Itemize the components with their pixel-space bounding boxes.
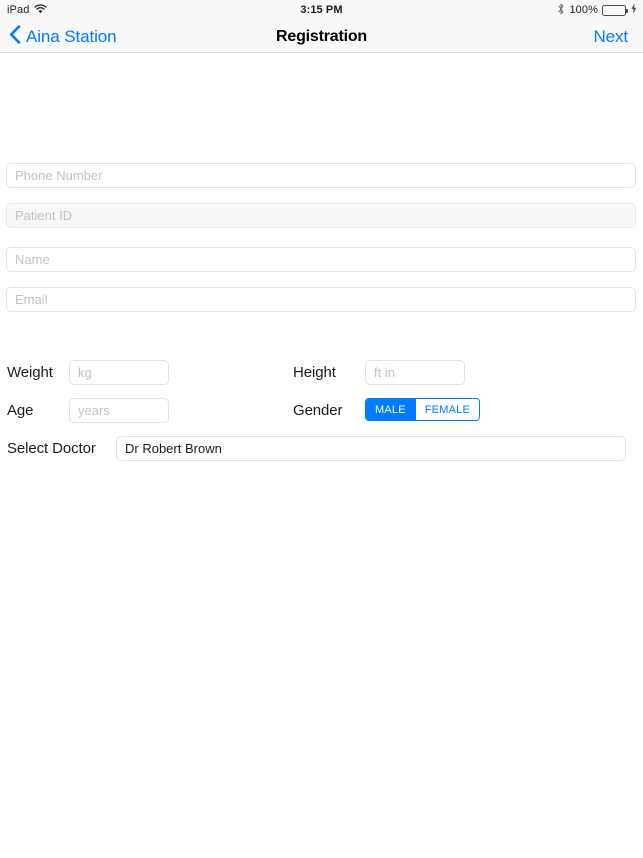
lightning-bolt-icon — [631, 3, 637, 17]
status-bar-right: 100% — [557, 3, 637, 18]
select-doctor-input[interactable] — [116, 436, 626, 461]
age-label: Age — [7, 402, 34, 419]
gender-label: Gender — [293, 402, 343, 419]
weight-input[interactable] — [69, 360, 169, 385]
gender-segmented-control[interactable]: MALE FEMALE — [365, 398, 480, 421]
phone-number-input[interactable] — [6, 163, 636, 188]
navigation-bar: Aina Station Registration Next — [0, 20, 643, 53]
battery-full-icon — [602, 4, 628, 16]
gender-option-male[interactable]: MALE — [366, 399, 415, 420]
registration-screen: iPad 3:15 PM 100% Aina Station Registrat… — [0, 0, 643, 858]
name-input[interactable] — [6, 247, 636, 272]
battery-percent-label: 100% — [569, 4, 598, 16]
page-title: Registration — [276, 28, 367, 45]
height-label: Height — [293, 364, 336, 381]
height-input[interactable] — [365, 360, 465, 385]
age-input[interactable] — [69, 398, 169, 423]
registration-form: Weight Height Age Gender MALE FEMALE Sel… — [0, 54, 643, 858]
status-bar: iPad 3:15 PM 100% — [0, 0, 643, 20]
bluetooth-icon — [557, 3, 565, 18]
status-bar-clock: 3:15 PM — [300, 4, 343, 16]
next-button[interactable]: Next — [593, 20, 628, 53]
select-doctor-label: Select Doctor — [7, 440, 96, 457]
weight-label: Weight — [7, 364, 53, 381]
email-input[interactable] — [6, 287, 636, 312]
patient-id-input[interactable] — [6, 203, 636, 228]
gender-option-female[interactable]: FEMALE — [414, 399, 479, 420]
